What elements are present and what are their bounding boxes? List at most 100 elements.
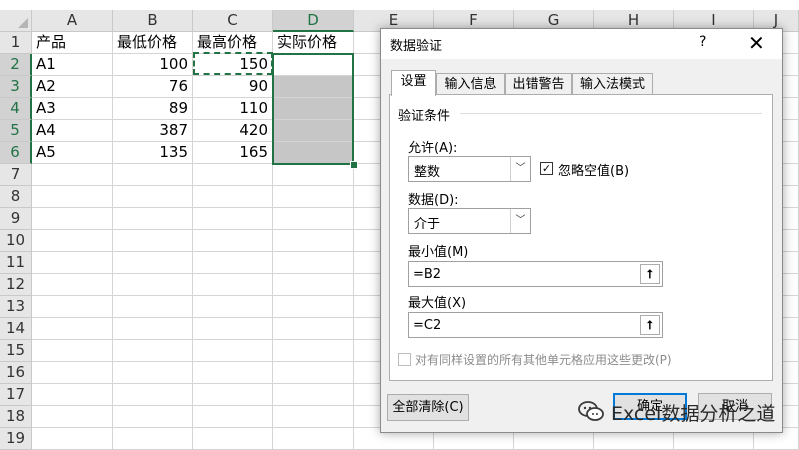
empty-cell[interactable] <box>193 164 273 186</box>
column-header-b[interactable]: B <box>113 10 193 32</box>
empty-cell[interactable] <box>273 186 354 208</box>
row-header-10[interactable]: 10 <box>0 230 32 252</box>
row-header-15[interactable]: 15 <box>0 340 32 362</box>
column-header-a[interactable]: A <box>32 10 113 32</box>
empty-cell[interactable] <box>113 164 193 186</box>
empty-cell[interactable] <box>193 230 273 252</box>
empty-cell[interactable] <box>32 406 113 428</box>
empty-cell[interactable] <box>113 208 193 230</box>
empty-cell[interactable] <box>32 318 113 340</box>
empty-cell[interactable] <box>113 296 193 318</box>
range-select-icon[interactable]: ⭡ <box>640 315 660 335</box>
dropdown-arrow-icon[interactable]: ﹀ <box>510 209 530 233</box>
empty-cell[interactable] <box>113 318 193 340</box>
row-header-9[interactable]: 9 <box>0 208 32 230</box>
row-header-12[interactable]: 12 <box>0 274 32 296</box>
row-header-4[interactable]: 4 <box>0 98 32 120</box>
empty-cell[interactable] <box>193 362 273 384</box>
row-header-16[interactable]: 16 <box>0 362 32 384</box>
cell-c2[interactable]: 150 <box>193 54 273 76</box>
empty-cell[interactable] <box>32 340 113 362</box>
empty-cell[interactable] <box>273 252 354 274</box>
empty-cell[interactable] <box>32 362 113 384</box>
cell-b1[interactable]: 最低价格 <box>113 32 193 54</box>
row-header-11[interactable]: 11 <box>0 252 32 274</box>
cell-a1[interactable]: 产品 <box>32 32 113 54</box>
row-header-5[interactable]: 5 <box>0 120 32 142</box>
cell-c3[interactable]: 90 <box>193 76 273 98</box>
empty-cell[interactable] <box>193 274 273 296</box>
select-all-corner[interactable] <box>0 10 32 32</box>
dialog-titlebar[interactable]: 数据验证 ? ✕ <box>381 29 782 59</box>
empty-cell[interactable] <box>113 340 193 362</box>
empty-cell[interactable] <box>32 384 113 406</box>
cell-d3[interactable] <box>273 76 354 98</box>
cell-a2[interactable]: A1 <box>32 54 113 76</box>
empty-cell[interactable] <box>193 340 273 362</box>
empty-cell[interactable] <box>273 362 354 384</box>
empty-cell[interactable] <box>32 296 113 318</box>
cell-b2[interactable]: 100 <box>113 54 193 76</box>
row-header-3[interactable]: 3 <box>0 76 32 98</box>
help-icon[interactable]: ? <box>699 34 706 50</box>
empty-cell[interactable] <box>113 252 193 274</box>
cell-d1[interactable]: 实际价格 <box>273 32 354 54</box>
empty-cell[interactable] <box>273 164 354 186</box>
empty-cell[interactable] <box>273 406 354 428</box>
column-header-d[interactable]: D <box>273 10 354 32</box>
cell-d2[interactable] <box>273 54 354 76</box>
empty-cell[interactable] <box>193 252 273 274</box>
cell-d5[interactable] <box>273 120 354 142</box>
empty-cell[interactable] <box>113 384 193 406</box>
empty-cell[interactable] <box>32 274 113 296</box>
row-header-2[interactable]: 2 <box>0 54 32 76</box>
ignore-blank-label[interactable]: 忽略空值(B) <box>558 160 629 179</box>
allow-select[interactable]: 整数 ﹀ <box>408 156 531 182</box>
empty-cell[interactable] <box>273 318 354 340</box>
tab-input-message[interactable]: 输入信息 <box>436 73 505 95</box>
tab-ime-mode[interactable]: 输入法模式 <box>572 73 653 95</box>
cell-d4[interactable] <box>273 98 354 120</box>
row-header-6[interactable]: 6 <box>0 142 32 164</box>
empty-cell[interactable] <box>113 186 193 208</box>
empty-cell[interactable] <box>113 230 193 252</box>
empty-cell[interactable] <box>32 252 113 274</box>
cell-a5[interactable]: A4 <box>32 120 113 142</box>
row-header-18[interactable]: 18 <box>0 406 32 428</box>
row-header-14[interactable]: 14 <box>0 318 32 340</box>
row-header-8[interactable]: 8 <box>0 186 32 208</box>
cell-d6[interactable] <box>273 142 354 164</box>
cell-a4[interactable]: A3 <box>32 98 113 120</box>
empty-cell[interactable] <box>113 362 193 384</box>
tab-error-alert[interactable]: 出错警告 <box>505 73 572 95</box>
empty-cell[interactable] <box>193 186 273 208</box>
data-operator-select[interactable]: 介于 ﹀ <box>408 208 531 234</box>
range-select-icon[interactable]: ⭡ <box>640 264 660 284</box>
empty-cell[interactable] <box>193 318 273 340</box>
row-header-17[interactable]: 17 <box>0 384 32 406</box>
empty-cell[interactable] <box>113 406 193 428</box>
ignore-blank-checkbox[interactable]: ✓ <box>540 162 553 175</box>
empty-cell[interactable] <box>273 384 354 406</box>
tab-settings[interactable]: 设置 <box>391 70 436 96</box>
clear-all-button[interactable]: 全部清除(C) <box>387 394 469 421</box>
cell-a6[interactable]: A5 <box>32 142 113 164</box>
cell-c4[interactable]: 110 <box>193 98 273 120</box>
row-header-1[interactable]: 1 <box>0 32 32 54</box>
cell-b6[interactable]: 135 <box>113 142 193 164</box>
fill-handle[interactable] <box>350 161 358 169</box>
empty-cell[interactable] <box>32 164 113 186</box>
maximum-input[interactable]: =C2 ⭡ <box>408 312 663 338</box>
cell-b3[interactable]: 76 <box>113 76 193 98</box>
cell-c6[interactable]: 165 <box>193 142 273 164</box>
empty-cell[interactable] <box>273 230 354 252</box>
empty-cell[interactable] <box>113 274 193 296</box>
cell-b5[interactable]: 387 <box>113 120 193 142</box>
empty-cell[interactable] <box>193 384 273 406</box>
empty-cell[interactable] <box>32 186 113 208</box>
cell-b4[interactable]: 89 <box>113 98 193 120</box>
close-icon[interactable]: ✕ <box>748 31 765 55</box>
minimum-input[interactable]: =B2 ⭡ <box>408 261 663 287</box>
dropdown-arrow-icon[interactable]: ﹀ <box>510 157 530 181</box>
cell-c5[interactable]: 420 <box>193 120 273 142</box>
